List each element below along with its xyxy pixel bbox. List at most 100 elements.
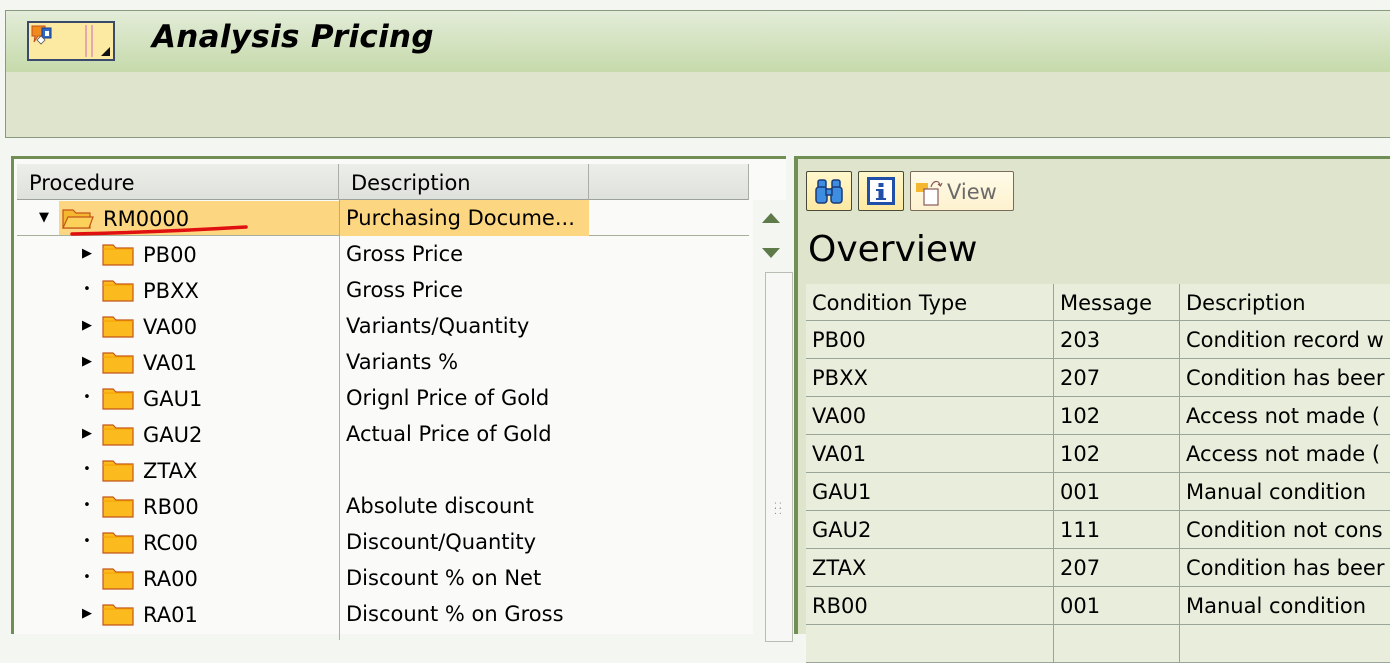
folder-icon (102, 604, 134, 626)
condition-type-cell: VA01 (806, 435, 1054, 472)
table-row[interactable]: RB00 001 Manual condition (806, 587, 1390, 625)
tree-body: ▼ RM0000 Purchasing Docume... ▶ PB00 Gross… (17, 200, 749, 632)
tree-node[interactable]: • ZTAX (17, 452, 749, 488)
message-cell (1054, 625, 1180, 662)
view-icon (916, 180, 943, 206)
table-row[interactable]: VA00 102 Access not made ( (806, 397, 1390, 435)
tree-node[interactable]: ▶ PB00 Gross Price (17, 236, 749, 272)
leaf-bullet-icon: • (83, 534, 91, 549)
description-cell: Condition has beer (1180, 359, 1390, 396)
tree-node[interactable]: ▶ VA01 Variants % (17, 344, 749, 380)
description-cell: Condition record w (1180, 321, 1390, 358)
scroll-up-icon[interactable] (762, 213, 780, 223)
tree-node[interactable]: ▶ VA00 Variants/Quantity (17, 308, 749, 344)
folder-icon (102, 316, 134, 338)
collapsed-arrow-icon[interactable]: ▶ (80, 416, 94, 452)
collapsed-arrow-icon[interactable]: ▶ (80, 344, 94, 380)
table-row[interactable]: GAU2 111 Condition not cons (806, 511, 1390, 549)
info-button[interactable] (858, 171, 904, 211)
table-header: Condition Type Message Description (806, 284, 1390, 321)
message-cell: 102 (1054, 397, 1180, 434)
tree-node[interactable]: • GAU1 Orignl Price of Gold (17, 380, 749, 416)
folder-icon (102, 460, 134, 482)
procedure-code: VA00 (143, 315, 198, 339)
tree-node[interactable]: ▶ GAU2 Actual Price of Gold (17, 416, 749, 452)
procedure-code: GAU1 (143, 387, 203, 411)
description-cell: Manual condition (1180, 587, 1390, 624)
procedure-code: VA01 (143, 351, 198, 375)
overview-panel: View Overview Condition Type Message Des… (794, 156, 1390, 663)
procedure-description: Variants/Quantity (339, 308, 529, 344)
message-cell: 207 (1054, 549, 1180, 586)
procedure-code: RB00 (143, 495, 199, 519)
table-row[interactable]: ZTAX 207 Condition has beer (806, 549, 1390, 587)
table-row[interactable]: GAU1 001 Manual condition (806, 473, 1390, 511)
folder-icon (102, 388, 134, 410)
folder-icon (102, 496, 134, 518)
folder-icon (102, 568, 134, 590)
procedure-description: Purchasing Docume... (339, 200, 589, 236)
tree-node-root[interactable]: ▼ RM0000 Purchasing Docume... (17, 200, 749, 236)
procedure-code: RC00 (143, 531, 198, 555)
tree-node[interactable]: • RB00 Absolute discount (17, 488, 749, 524)
vertical-scrollbar[interactable]: ⁚⁚ ⁚⁚ (753, 200, 793, 642)
expanded-arrow-icon[interactable]: ▼ (37, 200, 51, 236)
table-row[interactable]: VA01 102 Access not made ( (806, 435, 1390, 473)
table-row[interactable]: PB00 203 Condition record w (806, 321, 1390, 359)
leaf-bullet-icon: • (83, 390, 91, 405)
column-header-message[interactable]: Message (1054, 284, 1180, 320)
procedure-description: Variants % (339, 344, 458, 380)
table-row[interactable]: PBXX 207 Condition has beer (806, 359, 1390, 397)
collapsed-arrow-icon[interactable]: ▶ (80, 596, 94, 632)
menu-separator (85, 25, 93, 57)
system-menu-button[interactable] (27, 21, 115, 61)
leaf-bullet-icon: • (83, 570, 91, 585)
view-button[interactable]: View (910, 171, 1014, 211)
leaf-bullet-icon: • (83, 462, 91, 477)
procedure-description: Discount % on Net (339, 560, 541, 596)
tree-node[interactable]: • PBXX Gross Price (17, 272, 749, 308)
procedure-code: GAU2 (143, 423, 203, 447)
procedure-description: Gross Price (339, 236, 463, 272)
binoculars-icon (815, 179, 843, 204)
description-cell: Condition not cons (1180, 511, 1390, 548)
tree-node[interactable]: • RA00 Discount % on Net (17, 560, 749, 596)
procedure-description: Orignl Price of Gold (339, 380, 549, 416)
description-cell: Manual condition (1180, 473, 1390, 510)
tree-node[interactable]: ▶ RA01 Discount % on Gross (17, 596, 749, 632)
column-header-description[interactable]: Description (1180, 284, 1390, 320)
condition-table: Condition Type Message Description PB00 2… (806, 284, 1390, 663)
table-row-partial[interactable] (806, 625, 1390, 663)
column-header-description[interactable]: Description (339, 164, 589, 200)
procedure-tree-panel: Procedure Description ▼ RM0000 Purchasin… (11, 156, 793, 642)
condition-type-cell: PB00 (806, 321, 1054, 358)
leaf-bullet-icon: • (83, 498, 91, 513)
description-cell: Access not made ( (1180, 435, 1390, 472)
leaf-bullet-icon: • (83, 282, 91, 297)
folder-icon (102, 280, 134, 302)
message-cell: 207 (1054, 359, 1180, 396)
procedure-description: Discount/Quantity (339, 524, 536, 560)
folder-icon (102, 532, 134, 554)
description-cell (1180, 625, 1390, 662)
column-header-condition-type[interactable]: Condition Type (806, 284, 1054, 320)
description-cell: Access not made ( (1180, 397, 1390, 434)
scroll-down-icon[interactable] (762, 248, 780, 258)
condition-type-cell: ZTAX (806, 549, 1054, 586)
folder-icon (102, 352, 134, 374)
procedure-description: Absolute discount (339, 488, 534, 524)
column-header-empty[interactable] (589, 164, 749, 200)
column-header-procedure[interactable]: Procedure (17, 164, 339, 200)
info-icon (867, 177, 895, 205)
procedure-code: PBXX (143, 279, 199, 303)
overview-toolbar: View (806, 171, 1390, 211)
message-cell: 203 (1054, 321, 1180, 358)
collapsed-arrow-icon[interactable]: ▶ (80, 236, 94, 272)
scroll-thumb[interactable]: ⁚⁚ ⁚⁚ (765, 272, 793, 642)
collapsed-arrow-icon[interactable]: ▶ (80, 308, 94, 344)
find-button[interactable] (806, 171, 852, 211)
message-cell: 111 (1054, 511, 1180, 548)
procedure-description (339, 452, 346, 488)
folder-icon (102, 244, 134, 266)
tree-node[interactable]: • RC00 Discount/Quantity (17, 524, 749, 560)
